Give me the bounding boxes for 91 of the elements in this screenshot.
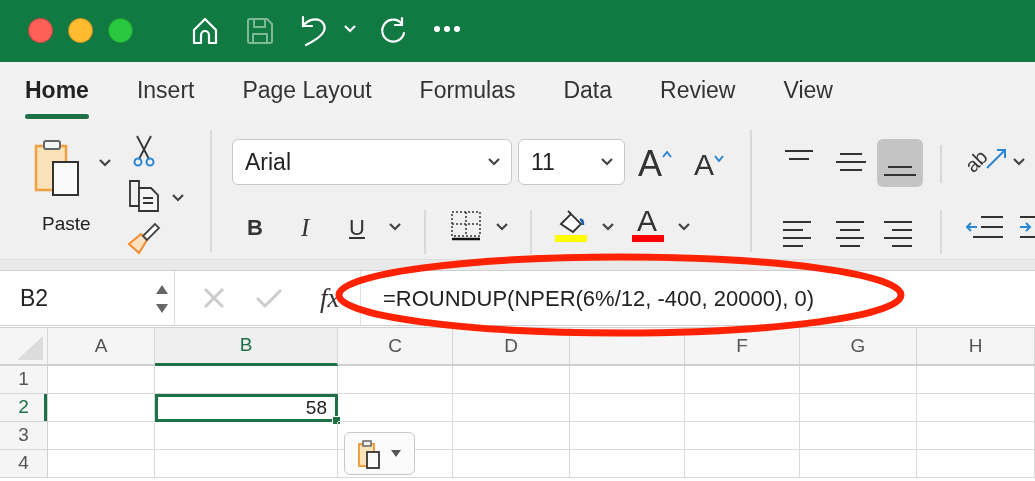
- scissors-icon[interactable]: [131, 134, 157, 168]
- grid-cell[interactable]: [453, 450, 570, 478]
- font-size-dropdown[interactable]: 11: [518, 139, 625, 185]
- paste-icon: [357, 438, 381, 469]
- grid-cell[interactable]: [155, 422, 338, 450]
- ribbon-tab[interactable]: Home: [25, 63, 89, 119]
- more-icon[interactable]: [433, 25, 461, 33]
- grid-cell[interactable]: [155, 366, 338, 394]
- caret-icon[interactable]: [171, 193, 185, 203]
- grid-cell[interactable]: [48, 366, 155, 394]
- grid-cell[interactable]: [800, 422, 917, 450]
- font-color-button[interactable]: A: [637, 206, 657, 236]
- grid-cell[interactable]: [570, 422, 685, 450]
- formula-field[interactable]: =ROUNDUP(NPER(6%/12, -400, 20000), 0): [360, 271, 1035, 325]
- grid-cell[interactable]: [570, 394, 685, 422]
- align-bottom-button[interactable]: [877, 139, 923, 187]
- select-all-icon[interactable]: [15, 334, 45, 362]
- ribbon-tab[interactable]: Insert: [136, 63, 195, 119]
- ribbon-tab[interactable]: Page Layout: [242, 63, 372, 119]
- grow-font-button[interactable]: A: [638, 146, 672, 182]
- grid-cell[interactable]: [685, 366, 800, 394]
- ribbon-tab[interactable]: View: [783, 63, 833, 119]
- caret-icon: [487, 157, 501, 167]
- grid-cell[interactable]: [685, 450, 800, 478]
- align-bottom-icon: [884, 165, 916, 177]
- minimize-button[interactable]: [68, 18, 93, 43]
- paste-options-menu[interactable]: [344, 432, 415, 475]
- column-header[interactable]: G: [800, 328, 917, 366]
- close-button[interactable]: [28, 18, 53, 43]
- grid-cell[interactable]: [453, 366, 570, 394]
- save-icon[interactable]: [245, 16, 275, 46]
- row-header[interactable]: 4: [0, 450, 48, 478]
- grid-cell[interactable]: [570, 450, 685, 478]
- caret-icon[interactable]: [677, 222, 691, 232]
- grid-cell[interactable]: [48, 450, 155, 478]
- italic-button[interactable]: I: [301, 215, 310, 240]
- grid-cell[interactable]: [155, 450, 338, 478]
- paintbrush-icon[interactable]: [127, 222, 161, 254]
- font-name-dropdown[interactable]: Arial: [232, 139, 512, 185]
- grid-cell[interactable]: [48, 422, 155, 450]
- caret-icon[interactable]: [495, 222, 509, 232]
- redo-icon[interactable]: [378, 16, 408, 46]
- borders-icon[interactable]: [450, 210, 482, 242]
- column-header[interactable]: C: [338, 328, 453, 366]
- row-header[interactable]: 3: [0, 422, 48, 450]
- grid-cell[interactable]: [800, 450, 917, 478]
- align-top-icon: [785, 149, 813, 161]
- caret-icon[interactable]: [1012, 157, 1026, 167]
- stepper-icon[interactable]: [155, 283, 169, 315]
- row-header[interactable]: 2: [0, 394, 48, 422]
- column-header[interactable]: B: [155, 328, 338, 366]
- copy-icon[interactable]: [127, 178, 161, 212]
- enter-icon[interactable]: [255, 287, 283, 309]
- grid-cell[interactable]: [917, 450, 1035, 478]
- grid-cell[interactable]: [338, 366, 453, 394]
- increase-indent-icon[interactable]: [1018, 214, 1035, 240]
- row-header[interactable]: 1: [0, 366, 48, 394]
- shrink-font-button[interactable]: A: [694, 150, 724, 180]
- caret-icon: [600, 157, 614, 167]
- decrease-indent-icon[interactable]: [965, 214, 1005, 240]
- underline-button[interactable]: U: [349, 217, 365, 239]
- paste-label: Paste: [42, 212, 91, 236]
- grid-cell[interactable]: [338, 394, 453, 422]
- ribbon-tab[interactable]: Review: [660, 63, 736, 119]
- grid-cell[interactable]: [800, 394, 917, 422]
- grid-cell[interactable]: [685, 422, 800, 450]
- column-header[interactable]: H: [917, 328, 1035, 366]
- ribbon-tab[interactable]: Data: [563, 63, 613, 119]
- active-cell[interactable]: 58: [155, 394, 338, 422]
- name-box[interactable]: B2: [0, 271, 175, 325]
- caret-icon[interactable]: [98, 158, 112, 168]
- orientation-label[interactable]: ab: [957, 142, 995, 180]
- home-icon[interactable]: [190, 16, 220, 46]
- maximize-button[interactable]: [108, 18, 133, 43]
- grid-cell[interactable]: [917, 422, 1035, 450]
- grid-cell[interactable]: [453, 394, 570, 422]
- paste-icon[interactable]: [33, 138, 81, 196]
- ribbon-tab[interactable]: Formulas: [419, 63, 516, 119]
- grid-cell[interactable]: [917, 394, 1035, 422]
- caret-icon[interactable]: [601, 222, 615, 232]
- grid-cell[interactable]: [570, 366, 685, 394]
- grid-cell[interactable]: [48, 394, 155, 422]
- grid-cell[interactable]: [453, 422, 570, 450]
- dropdown-arrow-icon: [391, 449, 401, 458]
- caret-icon[interactable]: [388, 222, 402, 232]
- grid-cell[interactable]: [685, 394, 800, 422]
- grid-cell[interactable]: [800, 366, 917, 394]
- column-header[interactable]: A: [48, 328, 155, 366]
- cancel-icon[interactable]: [203, 287, 225, 309]
- grid-cell[interactable]: [917, 366, 1035, 394]
- bold-button[interactable]: B: [247, 217, 263, 239]
